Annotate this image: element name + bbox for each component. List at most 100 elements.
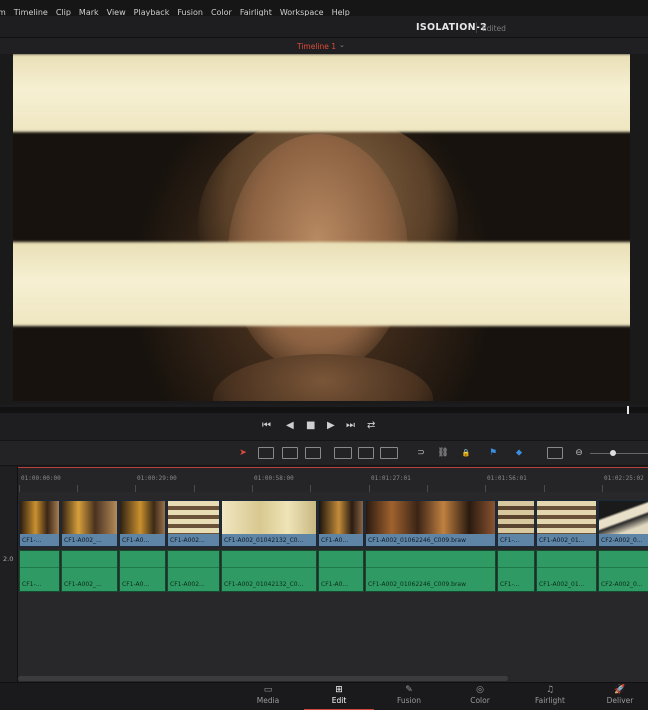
page-tab-color[interactable]: ◎ Color — [445, 683, 515, 710]
audio-clip[interactable]: CF1-A002_01062246_C009.braw — [365, 550, 496, 592]
audio-waveform — [168, 567, 219, 568]
page-tab-edit[interactable]: ⊞ Edit — [304, 683, 374, 710]
video-clip[interactable]: CF1-... — [19, 500, 60, 547]
edit-page-icon: ⊞ — [335, 685, 343, 695]
video-clip[interactable]: CF1-A002... — [167, 500, 220, 547]
page-tab-label: Fusion — [397, 696, 421, 705]
page-tab-deliver[interactable]: 🚀 Deliver — [585, 683, 648, 710]
ruler-tick — [427, 485, 428, 492]
clip-label: CF1-A0... — [122, 537, 150, 544]
clip-label: CF1-A002... — [170, 581, 205, 588]
play-button[interactable]: ▶ — [327, 420, 335, 431]
zoom-slider-handle[interactable] — [610, 450, 616, 456]
zoom-slider[interactable] — [590, 453, 648, 454]
fairlight-page-icon: ♫ — [545, 685, 555, 695]
zoom-out-icon[interactable]: ⊖ — [572, 447, 586, 459]
audio-clip[interactable]: CF1-... — [19, 550, 60, 592]
timeline-selector[interactable]: Timeline 1 — [297, 42, 336, 51]
video-frame — [13, 54, 630, 401]
video-clip[interactable]: CF1-... — [497, 500, 535, 547]
audio-clip[interactable]: CF1-A002_01042132_C0... — [221, 550, 317, 592]
ruler-tick — [194, 485, 195, 492]
clip-label: CF1-A002_01042132_C0... — [224, 581, 304, 588]
page-tab-fusion[interactable]: ✎ Fusion — [374, 683, 444, 710]
clip-thumbnail — [537, 501, 596, 534]
viewer-header: Timeline 1 ⌄ — [0, 38, 648, 54]
clip-label: CF1-A002... — [170, 537, 205, 544]
viewer — [0, 54, 648, 404]
audio-waveform — [498, 567, 534, 568]
timecode-label: 01:01:56:01 — [487, 475, 527, 482]
clip-thumbnail — [20, 501, 59, 534]
ruler-tick — [310, 485, 311, 492]
clip-label: CF1-A0... — [321, 581, 349, 588]
clip-thumbnail — [62, 501, 117, 534]
page-tab-label: Fairlight — [534, 696, 565, 705]
playhead-indicator[interactable] — [627, 406, 629, 414]
video-clip[interactable]: CF1-A0... — [318, 500, 364, 547]
audio-waveform — [120, 567, 165, 568]
deliver-page-icon: 🚀 — [614, 685, 626, 695]
stop-button[interactable]: ■ — [306, 420, 315, 431]
color-page-icon: ◎ — [476, 685, 484, 695]
clip-label: CF1-A002_01... — [539, 537, 585, 544]
ruler-tick — [544, 485, 545, 492]
clip-label: CF1-A0... — [122, 581, 150, 588]
clip-thumbnail — [168, 501, 219, 534]
page-tab-label: Color — [470, 696, 490, 705]
blade-tool-icon[interactable] — [305, 447, 321, 459]
video-clip[interactable]: CF1-A002_01062246_C009.braw — [365, 500, 496, 547]
timeline-horizontal-scrollbar[interactable] — [18, 676, 508, 681]
position-lock-icon[interactable]: 🔒 — [459, 447, 473, 459]
clip-label: CF1-... — [22, 537, 42, 544]
audio-clip[interactable]: CF1-A002_01... — [536, 550, 597, 592]
page-tab-media[interactable]: ▭ Media — [233, 683, 303, 710]
chevron-down-icon[interactable]: ⌄ — [339, 41, 345, 49]
clip-label: CF1-... — [500, 537, 520, 544]
timecode-ruler[interactable]: 01:00:00:00 01:00:29:00 01:00:58:00 01:0… — [18, 467, 648, 492]
project-status: Edited — [482, 24, 506, 33]
zoom-view-icon[interactable] — [547, 447, 563, 459]
video-clip[interactable]: CF1-A002_01042132_C0... — [221, 500, 317, 547]
selection-tool-icon[interactable]: ➤ — [236, 447, 250, 459]
audio-waveform — [20, 567, 59, 568]
insert-clip-icon[interactable] — [334, 447, 352, 459]
audio-clip[interactable]: CF1-A002_... — [61, 550, 118, 592]
marker-icon[interactable]: ⬥ — [512, 447, 526, 459]
track-headers: 2.0 — [0, 467, 18, 682]
audio-clip[interactable]: CF1-... — [497, 550, 535, 592]
audio-clip[interactable]: CF1-A0... — [318, 550, 364, 592]
viewer-scrubber[interactable] — [0, 407, 648, 413]
audio-clip[interactable]: CF1-A0... — [119, 550, 166, 592]
video-clip[interactable]: CF1-A002_01... — [536, 500, 597, 547]
edit-toolbar: ➤ ⊃ ⛓ 🔒 ⚑ ⬥ ⊖ — [0, 440, 648, 466]
last-frame-button[interactable]: ⏭ — [346, 420, 355, 431]
overwrite-clip-icon[interactable] — [358, 447, 374, 459]
ruler-tick — [19, 485, 20, 492]
loop-button[interactable]: ⇄ — [367, 420, 375, 431]
clip-label: CF1-A002_... — [64, 581, 102, 588]
audio-clip[interactable]: CF1-A002... — [167, 550, 220, 592]
audio-waveform — [599, 567, 648, 568]
linked-selection-icon[interactable]: ⛓ — [436, 447, 450, 459]
first-frame-button[interactable]: ⏮ — [262, 420, 271, 431]
page-tab-label: Media — [256, 696, 280, 705]
snapping-icon[interactable]: ⊃ — [414, 447, 428, 459]
page-tab-fairlight[interactable]: ♫ Fairlight — [515, 683, 585, 710]
ruler-tick — [369, 485, 370, 492]
clip-thumbnail — [366, 501, 495, 534]
flag-icon[interactable]: ⚑ — [486, 447, 500, 459]
audio-clip[interactable]: CF2-A002_0... — [598, 550, 648, 592]
replace-clip-icon[interactable] — [380, 447, 398, 459]
video-clip[interactable]: CF1-A002_... — [61, 500, 118, 547]
page-navigation: ▭ Media ⊞ Edit ✎ Fusion ◎ Color ♫ Fairli… — [0, 682, 648, 710]
play-reverse-button[interactable]: ◀ — [286, 420, 294, 431]
video-clip[interactable]: CF2-A002_0... — [598, 500, 648, 547]
video-clip[interactable]: CF1-A0... — [119, 500, 166, 547]
ruler-tick — [602, 485, 603, 492]
trim-tool-icon[interactable] — [258, 447, 274, 459]
dynamic-trim-icon[interactable] — [282, 447, 298, 459]
clip-label: CF1-A0... — [321, 537, 349, 544]
project-bar: ISOLATION-2 Edited — [0, 16, 648, 38]
clip-label: CF1-A002_01062246_C009.braw — [368, 581, 466, 588]
